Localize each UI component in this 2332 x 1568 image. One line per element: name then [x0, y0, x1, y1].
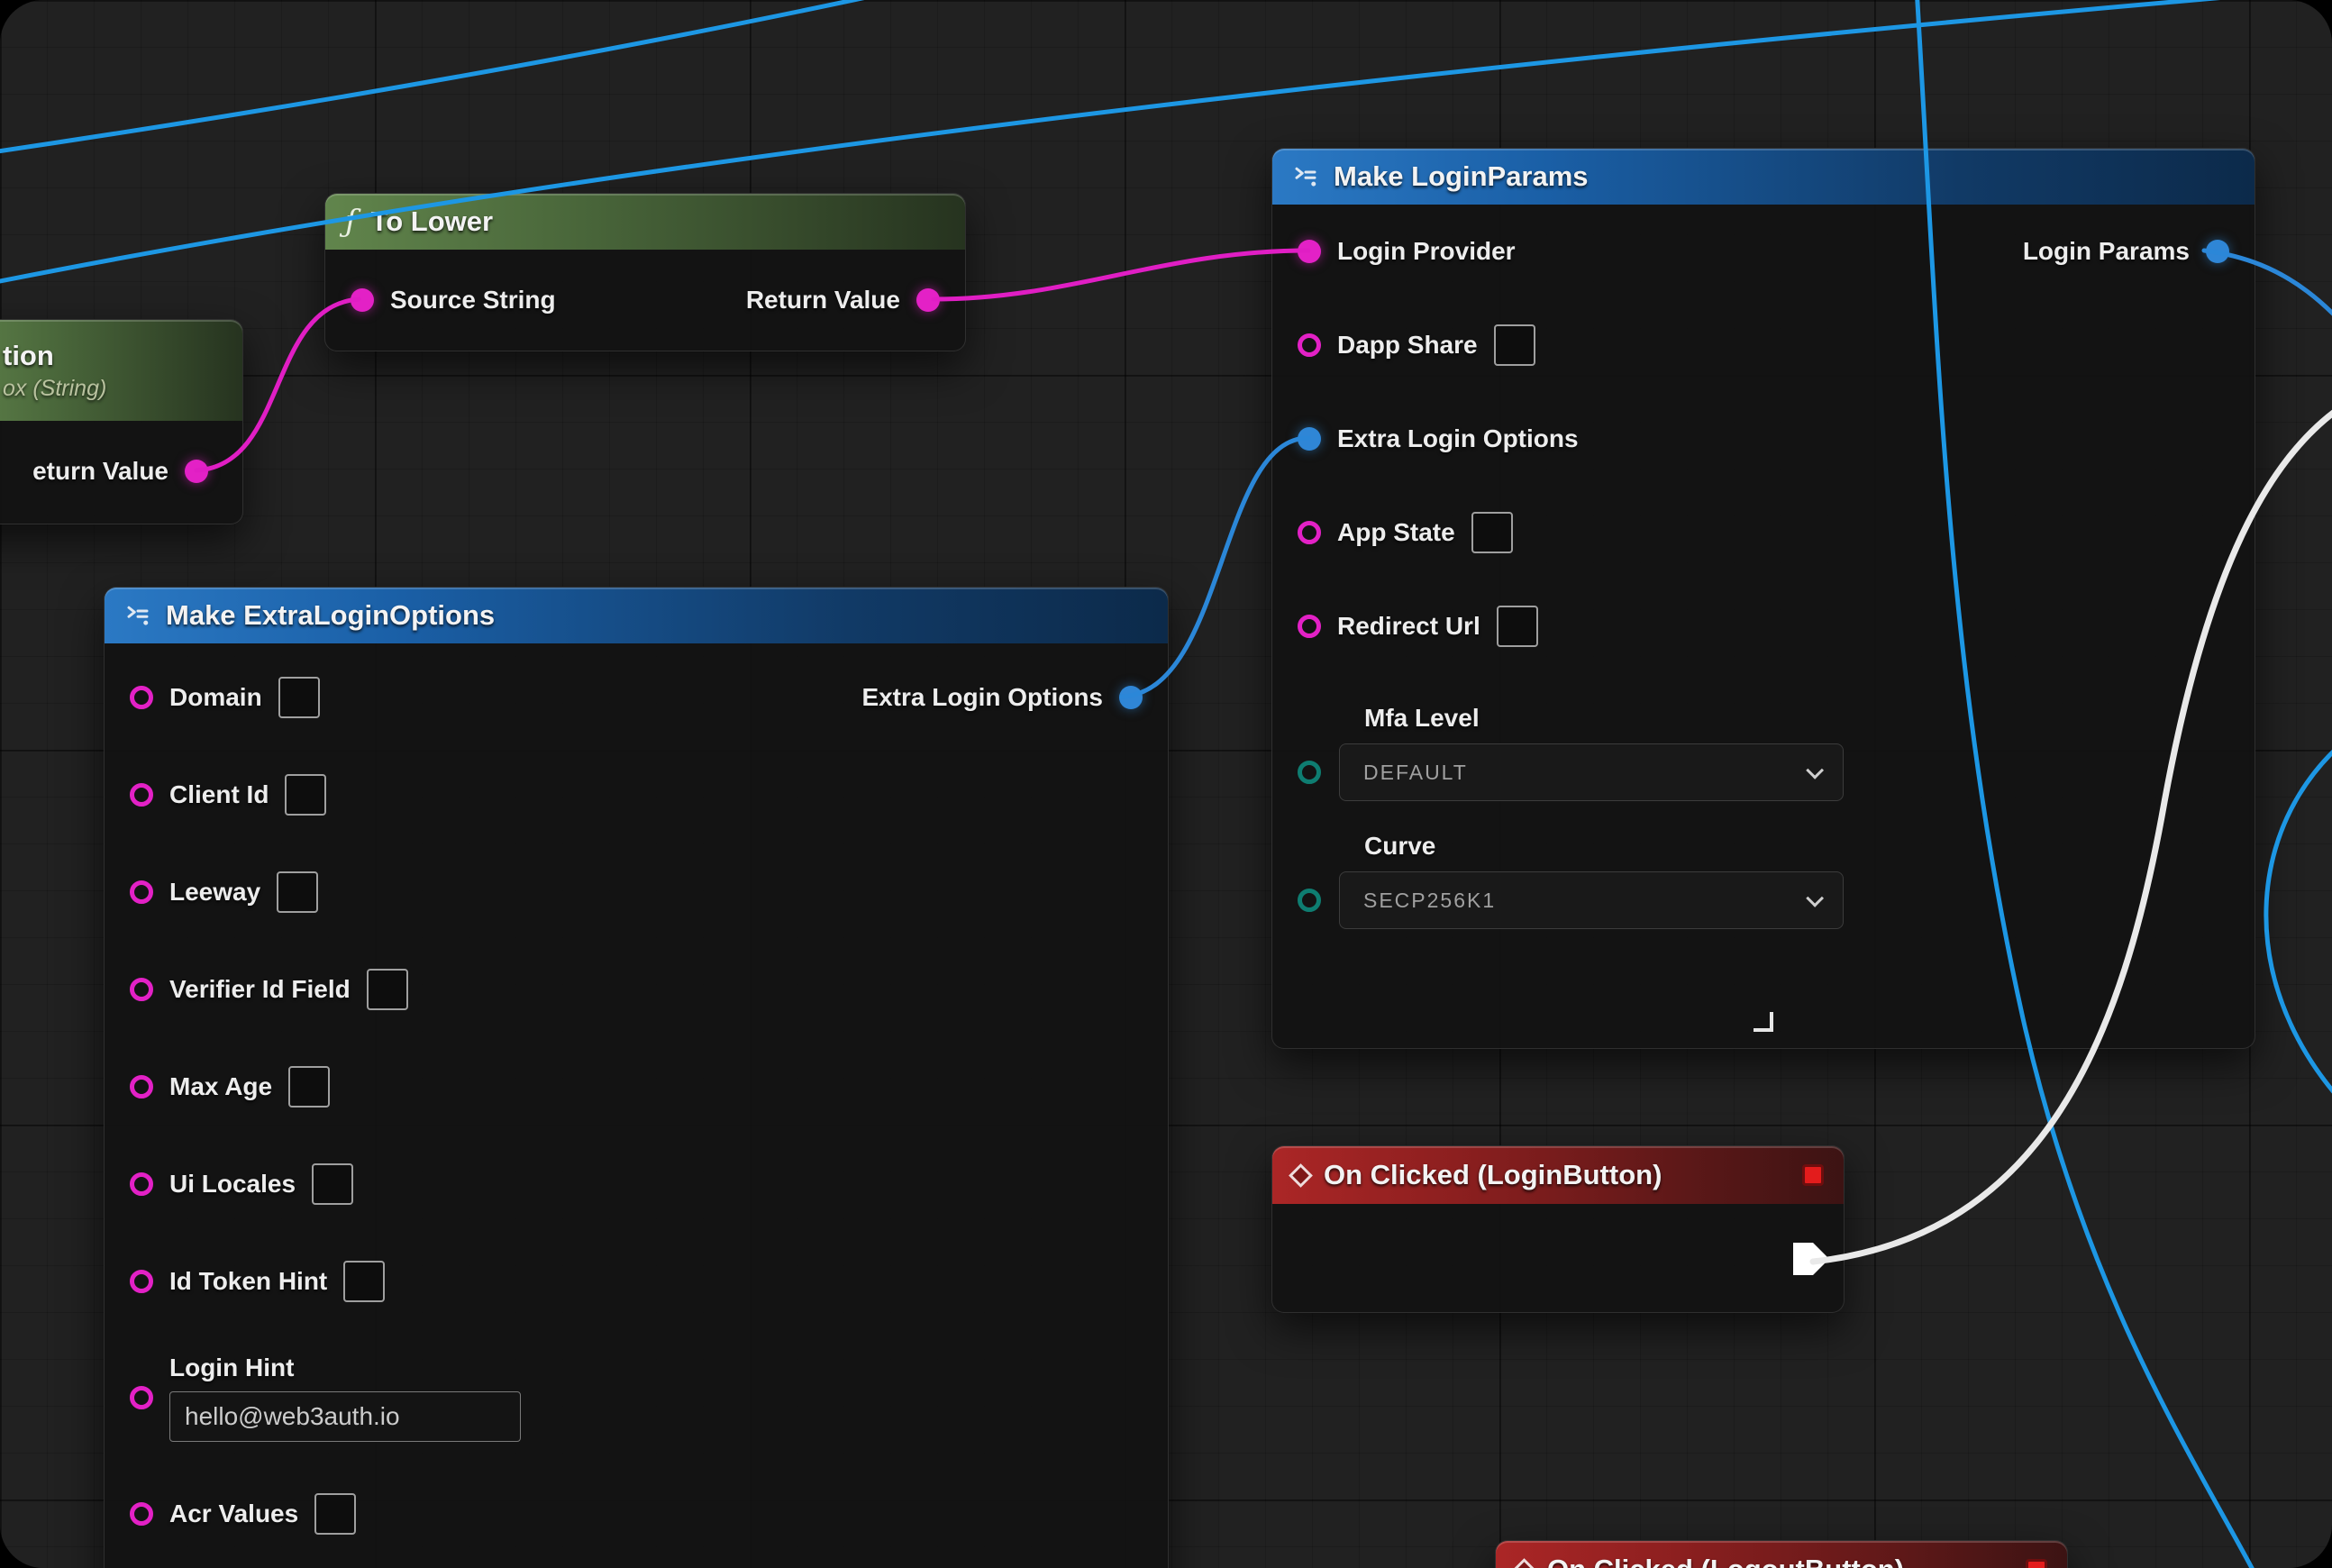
node-make-extra-login-options[interactable]: Make ExtraLoginOptions Domain Extra Logi…: [104, 587, 1169, 1568]
mfa-level-pin[interactable]: [1298, 761, 1321, 784]
domain-checkbox[interactable]: [278, 677, 320, 718]
curve-value: SECP256K1: [1363, 889, 1496, 913]
make-login-params-header[interactable]: Make LoginParams: [1272, 149, 2255, 205]
login-hint-pin[interactable]: [130, 1386, 153, 1409]
curve-dropdown[interactable]: SECP256K1: [1339, 871, 1844, 929]
app-state-checkbox[interactable]: [1471, 512, 1513, 553]
leeway-pin[interactable]: [130, 880, 153, 904]
login-params-out-pin[interactable]: [2206, 240, 2229, 263]
blueprint-graph-canvas[interactable]: tion ox (String) eturn Value ƒ To Lower …: [0, 0, 2332, 1568]
node-partial-function[interactable]: tion ox (String) eturn Value: [0, 319, 243, 524]
node-make-login-params[interactable]: Make LoginParams Login Provider Login Pa…: [1271, 148, 2255, 1049]
node-on-clicked-login-button[interactable]: On Clicked (LoginButton): [1271, 1145, 1845, 1313]
dapp-share-checkbox[interactable]: [1494, 324, 1535, 366]
on-clicked-logout-header[interactable]: On Clicked (LogoutButton): [1496, 1541, 2067, 1568]
collapse-node-chevron[interactable]: [1754, 1012, 1773, 1032]
exec-out-pin[interactable]: [1793, 1243, 1829, 1275]
make-struct-icon: [1292, 163, 1319, 190]
redirect-url-checkbox[interactable]: [1497, 606, 1538, 647]
make-struct-icon: [124, 602, 151, 629]
curve-label: Curve: [1364, 832, 2229, 861]
max-age-checkbox[interactable]: [288, 1066, 330, 1108]
extra-login-options-in-label: Extra Login Options: [1337, 424, 1579, 453]
node-on-clicked-logout-button[interactable]: On Clicked (LogoutButton): [1495, 1540, 2068, 1568]
make-extra-login-options-header[interactable]: Make ExtraLoginOptions: [105, 588, 1168, 643]
return-value-pin[interactable]: [916, 288, 940, 312]
leeway-checkbox[interactable]: [277, 871, 318, 913]
verifier-id-field-pin[interactable]: [130, 978, 153, 1001]
node-title: Make LoginParams: [1334, 160, 1589, 193]
app-state-label: App State: [1337, 518, 1455, 547]
extra-login-options-out-label: Extra Login Options: [861, 683, 1103, 712]
acr-values-label: Acr Values: [169, 1500, 298, 1528]
verifier-id-field-checkbox[interactable]: [367, 969, 408, 1010]
event-icon: [1512, 1558, 1536, 1568]
id-token-hint-pin[interactable]: [130, 1270, 153, 1293]
client-id-checkbox[interactable]: [285, 774, 326, 816]
login-hint-input[interactable]: [169, 1391, 521, 1442]
extra-login-options-out-pin[interactable]: [1119, 686, 1143, 709]
ui-locales-pin[interactable]: [130, 1172, 153, 1196]
to-lower-header[interactable]: ƒ To Lower: [325, 194, 965, 250]
acr-values-checkbox[interactable]: [314, 1493, 356, 1535]
function-icon: ƒ: [345, 206, 357, 237]
login-provider-pin[interactable]: [1298, 240, 1321, 263]
leeway-label: Leeway: [169, 878, 260, 907]
node-title: tion: [3, 340, 54, 372]
return-value-label: Return Value: [746, 286, 900, 315]
curve-pin[interactable]: [1298, 889, 1321, 912]
acr-values-pin[interactable]: [130, 1502, 153, 1526]
chevron-down-icon: [1806, 761, 1824, 779]
max-age-pin[interactable]: [130, 1075, 153, 1099]
mfa-level-dropdown[interactable]: DEFAULT: [1339, 743, 1844, 801]
node-subtitle: ox (String): [3, 376, 106, 402]
dapp-share-label: Dapp Share: [1337, 331, 1478, 360]
delegate-pin[interactable]: [2026, 1559, 2047, 1568]
redirect-url-label: Redirect Url: [1337, 612, 1480, 641]
id-token-hint-checkbox[interactable]: [343, 1261, 385, 1302]
chevron-down-icon: [1806, 889, 1824, 907]
mfa-level-value: DEFAULT: [1363, 761, 1468, 785]
max-age-label: Max Age: [169, 1072, 272, 1101]
client-id-label: Client Id: [169, 780, 269, 809]
source-string-pin[interactable]: [351, 288, 374, 312]
domain-label: Domain: [169, 683, 262, 712]
redirect-url-pin[interactable]: [1298, 615, 1321, 638]
node-title: On Clicked (LoginButton): [1324, 1159, 1662, 1191]
dapp-share-pin[interactable]: [1298, 333, 1321, 357]
verifier-id-field-label: Verifier Id Field: [169, 975, 351, 1004]
extra-login-options-in-pin[interactable]: [1298, 427, 1321, 451]
event-icon: [1289, 1163, 1313, 1188]
return-value-pin[interactable]: [185, 460, 208, 483]
ui-locales-label: Ui Locales: [169, 1170, 296, 1199]
source-string-label: Source String: [390, 286, 556, 315]
on-clicked-login-header[interactable]: On Clicked (LoginButton): [1272, 1146, 1844, 1204]
client-id-pin[interactable]: [130, 783, 153, 807]
domain-pin[interactable]: [130, 686, 153, 709]
app-state-pin[interactable]: [1298, 521, 1321, 544]
delegate-pin[interactable]: [1802, 1164, 1824, 1186]
login-hint-label: Login Hint: [169, 1354, 521, 1382]
node-title: To Lower: [371, 205, 493, 238]
node-to-lower[interactable]: ƒ To Lower Source String Return Value: [324, 193, 966, 351]
login-params-out-label: Login Params: [2023, 237, 2190, 266]
node-title: On Clicked (LogoutButton): [1547, 1554, 1904, 1568]
login-provider-label: Login Provider: [1337, 237, 1516, 266]
id-token-hint-label: Id Token Hint: [169, 1267, 327, 1296]
return-value-label: eturn Value: [32, 457, 169, 486]
mfa-level-label: Mfa Level: [1364, 704, 2229, 733]
node-title: Make ExtraLoginOptions: [166, 599, 495, 632]
ui-locales-checkbox[interactable]: [312, 1163, 353, 1205]
partial-function-header[interactable]: tion ox (String): [0, 320, 242, 421]
